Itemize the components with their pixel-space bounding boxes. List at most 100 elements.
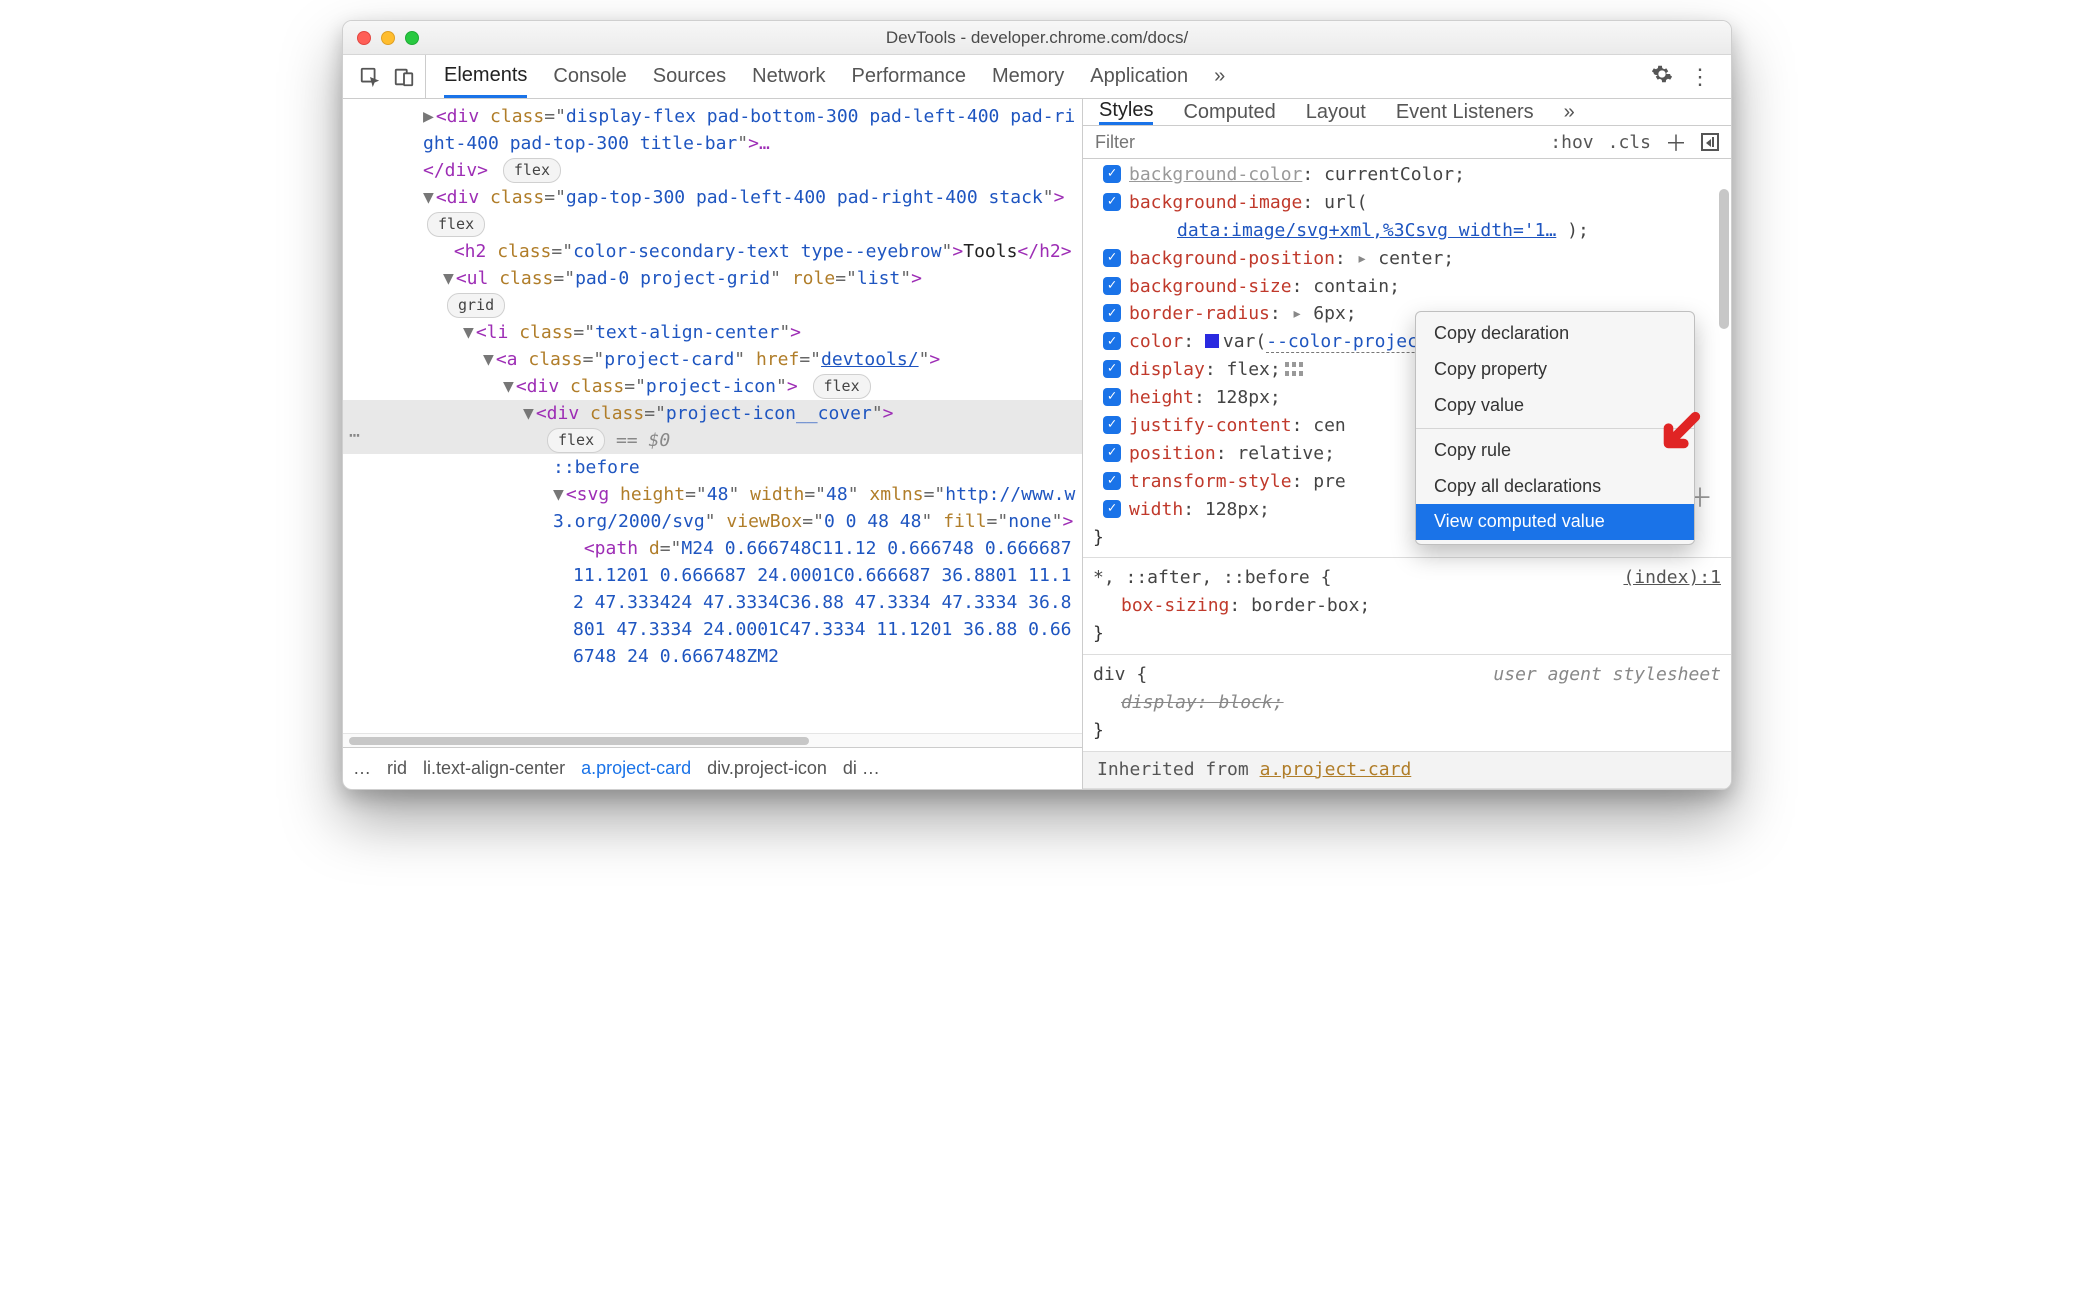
checkbox-icon[interactable]: ✓ <box>1103 472 1121 490</box>
style-declaration[interactable]: ✓background-color: currentColor; <box>1093 161 1721 189</box>
dom-line[interactable]: <path d="M24 0.666748C11.12 0.666748 0.6… <box>343 535 1082 670</box>
dom-line[interactable]: ▶<div class="display-flex pad-bottom-300… <box>343 103 1082 157</box>
dom-line: grid <box>343 292 1082 319</box>
style-declaration-overridden[interactable]: display: block; <box>1093 689 1721 717</box>
filter-row: :hov .cls ＋ <box>1083 126 1731 159</box>
rule-header[interactable]: *, ::after, ::before { (index):1 <box>1093 564 1721 592</box>
window-title: DevTools - developer.chrome.com/docs/ <box>343 28 1731 48</box>
tab-elements[interactable]: Elements <box>444 55 527 98</box>
flex-editor-icon[interactable] <box>1285 362 1303 376</box>
checkbox-icon[interactable]: ✓ <box>1103 388 1121 406</box>
style-declaration[interactable]: ✓background-position: ▸ center; <box>1093 245 1721 273</box>
menu-item-view-computed-value[interactable]: View computed value <box>1416 504 1694 540</box>
layout-chip-flex[interactable]: flex <box>813 374 871 399</box>
panel-tabs: Elements Console Sources Network Perform… <box>426 55 1645 98</box>
layout-chip-flex[interactable]: flex <box>427 212 485 237</box>
checkbox-icon[interactable]: ✓ <box>1103 277 1121 295</box>
tab-console[interactable]: Console <box>553 55 626 98</box>
crumb-item[interactable]: a.project-card <box>581 758 691 779</box>
layout-chip-grid[interactable]: grid <box>447 293 505 318</box>
elements-panel: ⋯ ▶<div class="display-flex pad-bottom-3… <box>343 99 1083 789</box>
maximize-window-button[interactable] <box>405 31 419 45</box>
tab-application[interactable]: Application <box>1090 55 1188 98</box>
tab-memory[interactable]: Memory <box>992 55 1064 98</box>
hov-toggle[interactable]: :hov <box>1550 132 1593 153</box>
layout-chip-flex[interactable]: flex <box>503 158 561 183</box>
side-tab-more[interactable]: » <box>1564 99 1575 125</box>
rule-close-brace: } <box>1093 717 1721 745</box>
menu-item-copy-all-declarations[interactable]: Copy all declarations <box>1416 469 1694 505</box>
side-tab-event-listeners[interactable]: Event Listeners <box>1396 99 1534 125</box>
style-declaration[interactable]: ✓background-size: contain; <box>1093 273 1721 301</box>
dom-tree[interactable]: ⋯ ▶<div class="display-flex pad-bottom-3… <box>343 99 1082 733</box>
crumb-item[interactable]: li.text-align-center <box>423 758 565 779</box>
dom-line[interactable]: ▼<svg height="48" width="48" xmlns="http… <box>343 481 1082 535</box>
side-tab-styles[interactable]: Styles <box>1099 99 1153 125</box>
toolbar-right: ⋮ <box>1645 63 1725 91</box>
inherited-from-link[interactable]: a.project-card <box>1260 759 1412 780</box>
dom-line[interactable]: ▼<div class="project-icon"> flex <box>343 373 1082 400</box>
styles-rules: ✓background-color: currentColor; ✓backgr… <box>1083 159 1731 790</box>
crumb-more[interactable]: … <box>353 758 371 779</box>
source-link[interactable]: (index):1 <box>1623 564 1721 592</box>
tab-sources[interactable]: Sources <box>653 55 726 98</box>
checkbox-icon[interactable]: ✓ <box>1103 500 1121 518</box>
new-style-rule-icon[interactable]: ＋ <box>1665 126 1687 158</box>
ua-stylesheet-label: user agent stylesheet <box>1493 661 1721 689</box>
crumb-item[interactable]: div.project-icon <box>707 758 827 779</box>
dom-line[interactable]: ▼<div class="gap-top-300 pad-left-400 pa… <box>343 184 1082 238</box>
close-window-button[interactable] <box>357 31 371 45</box>
dom-line-selected[interactable]: ▼<div class="project-icon__cover"> <box>343 400 1082 427</box>
checkbox-icon[interactable]: ✓ <box>1103 193 1121 211</box>
tab-network[interactable]: Network <box>752 55 825 98</box>
kebab-menu-icon[interactable]: ⋮ <box>1689 64 1711 90</box>
minimize-window-button[interactable] <box>381 31 395 45</box>
style-declaration[interactable]: box-sizing: border-box; <box>1093 592 1721 620</box>
tab-performance[interactable]: Performance <box>852 55 967 98</box>
checkbox-icon[interactable]: ✓ <box>1103 444 1121 462</box>
menu-item-copy-value[interactable]: Copy value <box>1416 388 1694 424</box>
checkbox-icon[interactable]: ✓ <box>1103 332 1121 350</box>
checkbox-icon[interactable]: ✓ <box>1103 416 1121 434</box>
rule-close-brace: } <box>1093 620 1721 648</box>
dom-line[interactable]: </div> flex <box>343 157 1082 184</box>
inspect-element-icon[interactable] <box>359 66 381 88</box>
crumb-item[interactable]: rid <box>387 758 407 779</box>
checkbox-icon[interactable]: ✓ <box>1103 304 1121 322</box>
dom-line[interactable]: <h2 class="color-secondary-text type--ey… <box>343 238 1082 265</box>
menu-item-copy-rule[interactable]: Copy rule <box>1416 433 1694 469</box>
checkbox-icon[interactable]: ✓ <box>1103 249 1121 267</box>
traffic-lights <box>343 31 419 45</box>
checkbox-icon[interactable]: ✓ <box>1103 360 1121 378</box>
dom-line-selected[interactable]: flex == $0 <box>343 427 1082 454</box>
main-toolbar: Elements Console Sources Network Perform… <box>343 55 1731 99</box>
rule-header[interactable]: div { user agent stylesheet <box>1093 661 1721 689</box>
dom-line[interactable]: ▼<a class="project-card" href="devtools/… <box>343 346 1082 373</box>
dom-line[interactable]: ▼<ul class="pad-0 project-grid" role="li… <box>343 265 1082 292</box>
style-declaration-continuation[interactable]: data:image/svg+xml,%3Csvg width='1… ); <box>1093 217 1721 245</box>
toggle-sidebar-icon[interactable] <box>1701 133 1719 151</box>
gutter-ellipsis-icon: ⋯ <box>343 422 362 449</box>
style-declaration[interactable]: ✓background-image: url( <box>1093 189 1721 217</box>
filter-input[interactable] <box>1083 132 1538 153</box>
toolbar-left-icons <box>349 55 426 98</box>
styles-panel: Styles Computed Layout Event Listeners »… <box>1083 99 1731 789</box>
side-tab-computed[interactable]: Computed <box>1183 99 1275 125</box>
menu-item-copy-declaration[interactable]: Copy declaration <box>1416 316 1694 352</box>
device-toolbar-icon[interactable] <box>393 66 415 88</box>
cls-toggle[interactable]: .cls <box>1608 132 1651 153</box>
dom-line[interactable]: ::before <box>343 454 1082 481</box>
tab-more[interactable]: » <box>1214 55 1225 98</box>
checkbox-icon[interactable]: ✓ <box>1103 165 1121 183</box>
menu-item-copy-property[interactable]: Copy property <box>1416 352 1694 388</box>
side-tab-layout[interactable]: Layout <box>1306 99 1366 125</box>
layout-chip-flex[interactable]: flex <box>547 428 605 453</box>
color-swatch-icon[interactable] <box>1205 334 1219 348</box>
settings-gear-icon[interactable] <box>1651 63 1673 91</box>
crumb-item[interactable]: di … <box>843 758 880 779</box>
horizontal-scrollbar[interactable] <box>343 733 1082 747</box>
filter-tools: :hov .cls ＋ <box>1538 126 1731 158</box>
dom-line[interactable]: ▼<li class="text-align-center"> <box>343 319 1082 346</box>
titlebar: DevTools - developer.chrome.com/docs/ <box>343 21 1731 55</box>
side-tabs: Styles Computed Layout Event Listeners » <box>1083 99 1731 126</box>
